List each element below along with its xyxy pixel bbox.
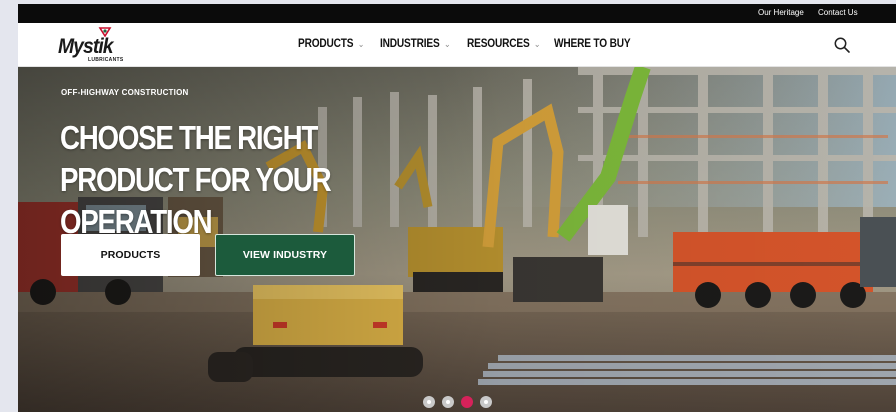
carousel-dot-1[interactable] <box>423 396 435 408</box>
utility-bar: Our Heritage Contact Us <box>18 4 896 23</box>
view-industry-button[interactable]: VIEW INDUSTRY <box>215 234 355 276</box>
nav-resources-label: RESOURCES <box>467 38 530 50</box>
nav-products-label: PRODUCTS <box>298 38 354 50</box>
nav-products[interactable]: PRODUCTS ⌄ <box>298 38 364 50</box>
main-navigation: Mystik LUBRICANTS PRODUCTS ⌄ INDUSTRIES ⌄ … <box>18 23 896 67</box>
logo-wordmark: Mystik <box>58 35 114 58</box>
carousel-dot-4[interactable] <box>480 396 492 408</box>
chevron-down-icon: ⌄ <box>533 39 541 49</box>
hero-headline: CHOOSE THE RIGHT PRODUCT FOR YOUR OPERAT… <box>60 119 332 240</box>
browser-page: Our Heritage Contact Us Mystik LUBRICANT… <box>18 4 896 412</box>
hero-banner: OFF-HIGHWAY CONSTRUCTION CHOOSE THE RIGH… <box>18 67 896 412</box>
nav-where-to-buy[interactable]: WHERE TO BUY <box>554 38 631 50</box>
nav-where-to-buy-label: WHERE TO BUY <box>554 38 631 50</box>
our-heritage-link[interactable]: Our Heritage <box>758 8 804 17</box>
contact-us-link[interactable]: Contact Us <box>818 8 858 17</box>
chevron-down-icon: ⌄ <box>357 39 365 49</box>
search-icon[interactable] <box>833 36 851 54</box>
nav-industries[interactable]: INDUSTRIES ⌄ <box>380 38 451 50</box>
carousel-dot-2[interactable] <box>442 396 454 408</box>
nav-resources[interactable]: RESOURCES ⌄ <box>467 38 541 50</box>
hero-eyebrow: OFF-HIGHWAY CONSTRUCTION <box>61 88 189 97</box>
mystik-logo[interactable]: Mystik LUBRICANTS <box>58 27 128 63</box>
chevron-down-icon: ⌄ <box>443 39 451 49</box>
carousel-dot-3[interactable] <box>461 396 473 408</box>
nav-industries-label: INDUSTRIES <box>380 38 440 50</box>
products-button[interactable]: PRODUCTS <box>61 234 200 276</box>
logo-tagline: LUBRICANTS <box>88 57 124 63</box>
